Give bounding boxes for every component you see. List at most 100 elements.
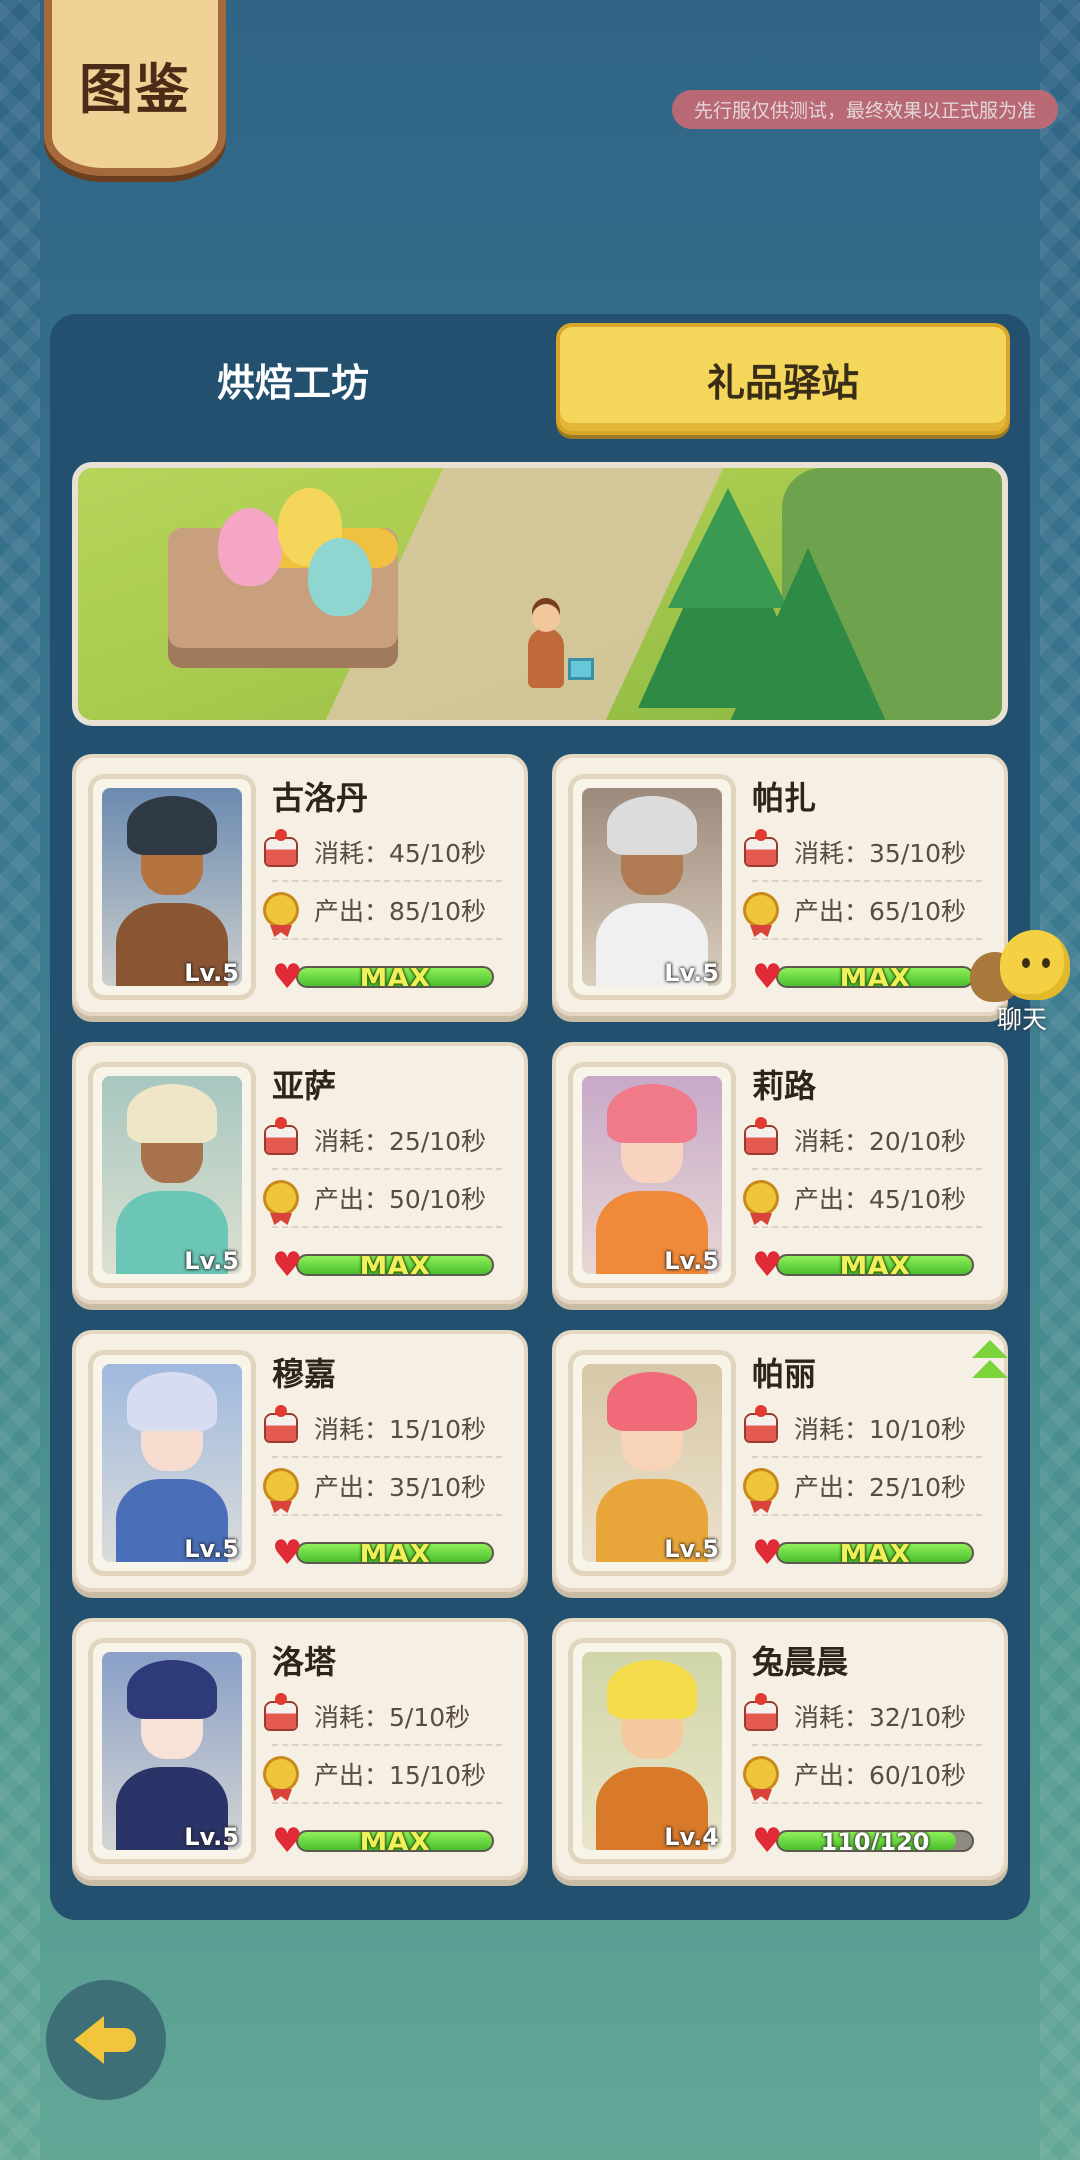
character-info: 兔晨晨 消耗： 32/10秒 产出： 60/10秒	[746, 1640, 982, 1804]
affinity-row: ♥ MAX	[752, 1245, 974, 1285]
affinity-row: ♥ 110/120	[752, 1824, 974, 1858]
character-info: 亚萨 消耗： 25/10秒 产出： 50/10秒	[266, 1064, 502, 1228]
medal-icon	[744, 1469, 778, 1503]
consume-value: 35/10秒	[869, 839, 967, 868]
affinity-text: MAX	[359, 1830, 431, 1852]
character-level: Lv.5	[664, 1247, 719, 1275]
output-value: 65/10秒	[869, 897, 967, 926]
output-value: 45/10秒	[869, 1185, 967, 1214]
cake-icon	[264, 1117, 298, 1157]
avatar-hair	[607, 795, 697, 856]
cake-shape	[746, 1693, 776, 1729]
tab-gift-station[interactable]: 礼品驿站	[556, 323, 1010, 435]
consume-stat: 消耗： 25/10秒	[266, 1112, 502, 1170]
consume-stat: 消耗： 32/10秒	[746, 1688, 982, 1746]
affinity-text: 110/120	[820, 1830, 930, 1852]
output-stat: 产出： 25/10秒	[746, 1458, 982, 1516]
character-card[interactable]: Lv.5 帕丽 消耗： 10/10秒 产出： 25/10秒 ♥ MAX	[552, 1330, 1008, 1592]
affinity-bar: MAX	[296, 966, 494, 988]
heart-icon: ♥	[272, 1245, 303, 1285]
affinity-text: MAX	[359, 1542, 431, 1564]
output-label: 产出：	[314, 1761, 390, 1790]
gift-station-banner	[72, 462, 1008, 726]
character-name: 兔晨晨	[752, 1643, 849, 1681]
affinity-text: MAX	[359, 1254, 431, 1276]
character-card[interactable]: Lv.5 帕扎 消耗： 35/10秒 产出： 65/10秒 ♥ MAX	[552, 754, 1008, 1016]
chat-button[interactable]: 聊天	[964, 930, 1074, 1040]
consume-value: 45/10秒	[389, 839, 487, 868]
character-portrait: Lv.5	[568, 774, 736, 1000]
cake-shape	[266, 1693, 296, 1729]
consume-value: 20/10秒	[869, 1127, 967, 1156]
character-card[interactable]: Lv.4 兔晨晨 消耗： 32/10秒 产出： 60/10秒 ♥ 110/120	[552, 1618, 1008, 1880]
character-card[interactable]: Lv.5 古洛丹 消耗： 45/10秒 产出： 85/10秒 ♥ MAX	[72, 754, 528, 1016]
output-value: 85/10秒	[389, 897, 487, 926]
consume-label: 消耗：	[314, 1703, 390, 1732]
cake-shape	[746, 1117, 776, 1153]
tree-icon	[718, 548, 898, 720]
medal-shape	[266, 1471, 296, 1501]
affinity-bar: MAX	[296, 1254, 494, 1276]
heart-icon: ♥	[272, 1533, 303, 1573]
output-value: 15/10秒	[389, 1761, 487, 1790]
character-card[interactable]: Lv.5 穆嘉 消耗： 15/10秒 产出： 35/10秒 ♥ MAX	[72, 1330, 528, 1592]
character-card[interactable]: Lv.5 亚萨 消耗： 25/10秒 产出： 50/10秒 ♥ MAX	[72, 1042, 528, 1304]
affinity-bar: 110/120	[776, 1830, 974, 1852]
medal-icon	[744, 1757, 778, 1791]
consume-stat: 消耗： 20/10秒	[746, 1112, 982, 1170]
affinity-row: ♥ MAX	[272, 1821, 494, 1861]
page-title: 图鉴	[79, 58, 191, 121]
cake-icon	[744, 829, 778, 869]
character-portrait: Lv.5	[88, 1350, 256, 1576]
back-button[interactable]	[46, 1980, 166, 2100]
character-card[interactable]: Lv.5 洛塔 消耗： 5/10秒 产出： 15/10秒 ♥ MAX	[72, 1618, 528, 1880]
upgrade-arrow-icon[interactable]	[970, 1340, 1010, 1384]
affinity-row: ♥ MAX	[752, 960, 974, 994]
consume-stat: 消耗： 15/10秒	[266, 1400, 502, 1458]
affinity-text: MAX	[839, 1254, 911, 1276]
heart-icon: ♥	[752, 1533, 783, 1573]
character-level: Lv.5	[184, 1535, 239, 1563]
consume-value: 10/10秒	[869, 1415, 967, 1444]
affinity-row: ♥ MAX	[272, 1245, 494, 1285]
back-arrow-icon	[74, 2016, 138, 2064]
consume-label: 消耗：	[794, 1415, 870, 1444]
avatar-hair	[127, 1371, 217, 1432]
affinity-bar: MAX	[776, 1254, 974, 1276]
consume-value: 5/10秒	[389, 1703, 471, 1732]
character-info: 穆嘉 消耗： 15/10秒 产出： 35/10秒	[266, 1352, 502, 1516]
affinity-text: MAX	[839, 966, 911, 988]
test-server-notice: 先行服仅供测试，最终效果以正式服为准	[671, 90, 1058, 129]
output-label: 产出：	[314, 1185, 390, 1214]
character-avatar	[102, 1364, 242, 1562]
character-level: Lv.4	[664, 1823, 719, 1851]
cake-icon	[744, 1405, 778, 1445]
tab-bakery[interactable]: 烘焙工坊	[70, 323, 516, 435]
left-border-pattern	[0, 0, 40, 2160]
heart-icon: ♥	[272, 1821, 303, 1861]
character-name: 帕扎	[752, 779, 817, 817]
affinity-bar: MAX	[296, 1542, 494, 1564]
character-avatar	[102, 1652, 242, 1850]
output-value: 35/10秒	[389, 1473, 487, 1502]
output-label: 产出：	[314, 897, 390, 926]
heart-icon: ♥	[752, 1245, 783, 1285]
character-card[interactable]: Lv.5 莉路 消耗： 20/10秒 产出： 45/10秒 ♥ MAX	[552, 1042, 1008, 1304]
output-stat: 产出： 35/10秒	[266, 1458, 502, 1516]
character-level: Lv.5	[664, 1535, 719, 1563]
character-name: 亚萨	[272, 1067, 337, 1105]
consume-stat: 消耗： 5/10秒	[266, 1688, 502, 1746]
character-level: Lv.5	[664, 959, 719, 987]
medal-icon	[264, 1757, 298, 1791]
consume-stat: 消耗： 10/10秒	[746, 1400, 982, 1458]
character-name: 洛塔	[272, 1643, 337, 1681]
cake-shape	[266, 1117, 296, 1153]
consume-value: 32/10秒	[869, 1703, 967, 1732]
output-label: 产出：	[314, 1473, 390, 1502]
affinity-bar: MAX	[776, 1542, 974, 1564]
character-name: 莉路	[752, 1067, 817, 1105]
consume-label: 消耗：	[314, 839, 390, 868]
medal-icon	[264, 893, 298, 927]
avatar-hair	[607, 1083, 697, 1144]
character-portrait: Lv.4	[568, 1638, 736, 1864]
